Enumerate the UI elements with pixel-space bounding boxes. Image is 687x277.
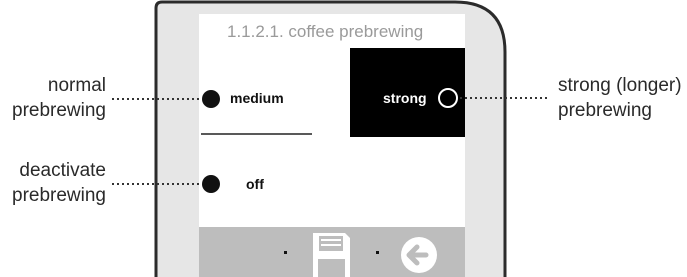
callout-normal-line2: prebrewing [12,100,106,121]
back-arrow-icon[interactable] [401,237,437,273]
off-radio-icon[interactable] [202,175,220,193]
save-icon[interactable] [313,233,350,277]
callout-normal-line1: normal [47,75,106,96]
strong-radio-icon[interactable] [438,88,458,108]
callout-deactivate-line1: deactivate [19,160,106,181]
device-diagram: 1.1.2.1. coffee prebrewing strong medium… [112,0,548,277]
callout-strong: strong (longer) prebrewing [558,73,682,123]
screen-title: 1.1.2.1. coffee prebrewing [227,22,423,41]
callout-strong-line2: prebrewing [558,100,652,121]
callout-normal: normal prebrewing [12,73,106,123]
medium-radio-icon[interactable] [202,90,220,108]
option-strong-label: strong [383,90,427,106]
callout-strong-line1: strong (longer) [558,75,682,96]
callout-deactivate-line2: prebrewing [12,185,106,206]
option-off-label: off [246,176,264,192]
footer-separator-dot-right [376,251,379,254]
option-medium-label: medium [230,90,284,106]
footer-separator-dot-left [284,251,287,254]
callout-deactivate: deactivate prebrewing [12,158,106,208]
